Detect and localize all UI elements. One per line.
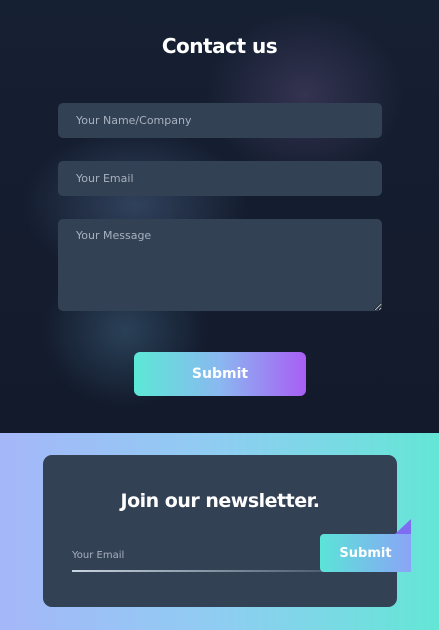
email-field[interactable] — [58, 161, 382, 196]
newsletter-email-field[interactable] — [72, 540, 322, 570]
name-company-field[interactable] — [58, 103, 382, 138]
newsletter-submit-button[interactable]: Submit — [320, 534, 411, 572]
newsletter-card — [43, 455, 397, 607]
contact-submit-button[interactable]: Submit — [134, 352, 306, 396]
newsletter-email-underline — [72, 570, 322, 572]
message-field[interactable] — [58, 219, 382, 311]
contact-title: Contact us — [161, 34, 278, 58]
contact-section: Contact us Submit — [0, 0, 439, 433]
newsletter-title: Join our newsletter. — [120, 490, 320, 512]
ribbon-fold-decoration — [395, 519, 411, 534]
